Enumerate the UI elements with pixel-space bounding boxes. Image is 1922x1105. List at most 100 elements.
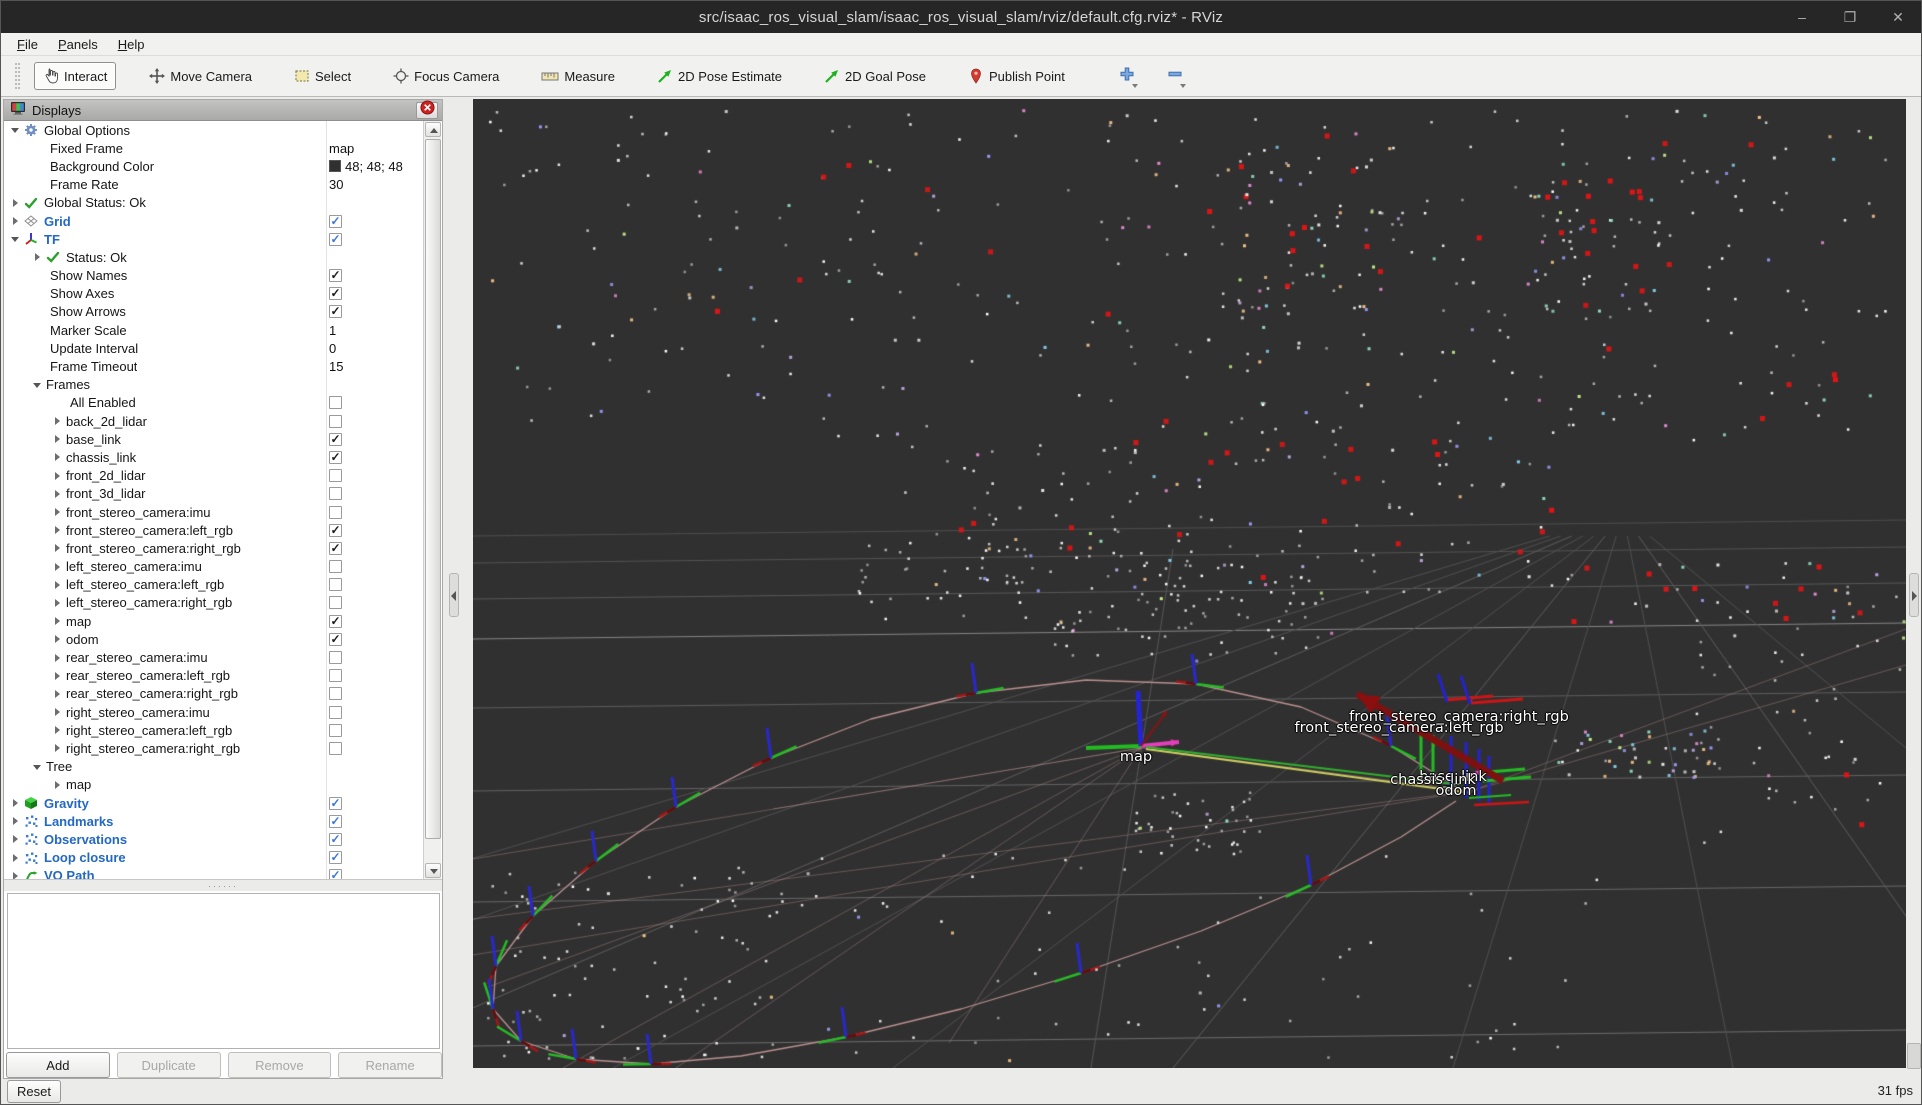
checkbox-loop-closure[interactable]: ✓ [329,851,342,865]
titlebar[interactable]: src/isaac_ros_visual_slam/isaac_ros_visu… [1,1,1921,33]
checkbox-all-enabled[interactable] [329,396,342,410]
tree-row-vo-path[interactable]: VO Path ✓ [4,867,423,879]
tree-row-update-interval[interactable]: Update Interval 0 [4,339,423,357]
tree-row-status-ok[interactable]: Status: Ok [4,248,423,266]
checkbox-chassis-link[interactable]: ✓ [329,450,342,464]
chevron-right-icon[interactable] [52,579,64,591]
tree-row-odom[interactable]: odom ✓ [4,630,423,648]
checkbox-right-stereo-camera-left-rgb[interactable] [329,723,342,737]
chevron-right-icon[interactable] [52,724,64,736]
tree-row-rear-stereo-camera-right-rgb[interactable]: rear_stereo_camera:right_rgb [4,685,423,703]
chevron-down-icon[interactable] [32,379,44,391]
chevron-right-icon[interactable] [52,633,64,645]
value-frame-timeout[interactable]: 15 [329,357,343,375]
tree-row-tf[interactable]: TF ✓ [4,230,423,248]
checkbox-front-3d-lidar[interactable] [329,487,342,501]
checkbox-gravity[interactable]: ✓ [329,796,342,810]
tool-measure[interactable]: Measure [532,63,624,90]
chevron-right-icon[interactable] [10,870,22,879]
tree-row-all-enabled[interactable]: All Enabled [4,394,423,412]
displays-panel-header[interactable]: Displays [4,100,442,121]
chevron-right-icon[interactable] [52,615,64,627]
checkbox-front-stereo-camera-right-rgb[interactable]: ✓ [329,541,342,555]
tree-row-map[interactable]: map [4,776,423,794]
tool-publish-point[interactable]: Publish Point [959,62,1074,90]
chevron-right-icon[interactable] [52,415,64,427]
add-button[interactable]: Add [6,1052,110,1078]
checkbox-landmarks[interactable]: ✓ [329,814,342,828]
tool-select[interactable]: Select [285,62,360,90]
tree-row-front-stereo-camera-right-rgb[interactable]: front_stereo_camera:right_rgb ✓ [4,539,423,557]
tree-row-fixed-frame[interactable]: Fixed Frame map [4,139,423,157]
tree-row-right-stereo-camera-right-rgb[interactable]: right_stereo_camera:right_rgb [4,739,423,757]
chevron-right-icon[interactable] [52,688,64,700]
tree-row-marker-scale[interactable]: Marker Scale 1 [4,321,423,339]
value-background-color[interactable]: 48; 48; 48 [329,157,403,175]
restore-icon[interactable]: ❐ [1841,9,1859,26]
panel-splitter[interactable]: ······ [4,879,442,891]
checkbox-back-2d-lidar[interactable] [329,414,342,428]
tree-row-left-stereo-camera-left-rgb[interactable]: left_stereo_camera:left_rgb [4,576,423,594]
3d-viewport[interactable] [473,99,1906,1068]
tool-move-camera[interactable]: Move Camera [140,62,261,90]
chevron-right-icon[interactable] [52,524,64,536]
chevron-right-icon[interactable] [10,215,22,227]
chevron-right-icon[interactable] [32,251,44,263]
tree-row-background-color[interactable]: Background Color 48; 48; 48 [4,157,423,175]
menu-file[interactable]: File [7,35,48,54]
checkbox-tf[interactable]: ✓ [329,232,342,246]
tool-plus-button[interactable] [1114,63,1140,89]
value-frame-rate[interactable]: 30 [329,176,343,194]
tree-row-grid[interactable]: Grid ✓ [4,212,423,230]
tree-row-front-stereo-camera-left-rgb[interactable]: front_stereo_camera:left_rgb ✓ [4,521,423,539]
tree-row-frame-timeout[interactable]: Frame Timeout 15 [4,357,423,375]
chevron-right-icon[interactable] [52,652,64,664]
tree-row-front-stereo-camera-imu[interactable]: front_stereo_camera:imu [4,503,423,521]
chevron-right-icon[interactable] [52,451,64,463]
collapse-left-panel-handle[interactable] [449,573,459,617]
checkbox-right-stereo-camera-imu[interactable] [329,705,342,719]
tree-row-loop-closure[interactable]: Loop closure ✓ [4,849,423,867]
chevron-right-icon[interactable] [52,779,64,791]
chevron-right-icon[interactable] [52,488,64,500]
chevron-right-icon[interactable] [10,197,22,209]
scrollbar-thumb[interactable] [425,139,441,839]
minimize-icon[interactable]: – [1793,9,1811,25]
checkbox-rear-stereo-camera-right-rgb[interactable] [329,687,342,701]
chevron-right-icon[interactable] [52,470,64,482]
chevron-right-icon[interactable] [10,797,22,809]
checkbox-left-stereo-camera-right-rgb[interactable] [329,596,342,610]
tree-row-global-status-ok[interactable]: Global Status: Ok [4,194,423,212]
tool-minus-button[interactable] [1162,63,1188,89]
tool-interact[interactable]: Interact [34,62,117,90]
chevron-down-icon[interactable] [10,124,22,136]
tree-row-show-axes[interactable]: Show Axes ✓ [4,285,423,303]
checkbox-vo-path[interactable]: ✓ [329,869,342,879]
value-update-interval[interactable]: 0 [329,339,336,357]
chevron-right-icon[interactable] [52,742,64,754]
checkbox-front-stereo-camera-imu[interactable] [329,505,342,519]
value-marker-scale[interactable]: 1 [329,321,336,339]
chevron-right-icon[interactable] [52,506,64,518]
checkbox-right-stereo-camera-right-rgb[interactable] [329,741,342,755]
chevron-right-icon[interactable] [52,561,64,573]
checkbox-rear-stereo-camera-imu[interactable] [329,651,342,665]
tree-row-observations[interactable]: Observations ✓ [4,830,423,848]
chevron-down-icon[interactable] [32,761,44,773]
checkbox-left-stereo-camera-left-rgb[interactable] [329,578,342,592]
collapse-right-panel-handle[interactable] [1909,573,1919,617]
tree-row-right-stereo-camera-left-rgb[interactable]: right_stereo_camera:left_rgb [4,721,423,739]
chevron-right-icon[interactable] [10,833,22,845]
tool-2d-pose-estimate[interactable]: 2D Pose Estimate [648,62,791,90]
tree-row-rear-stereo-camera-imu[interactable]: rear_stereo_camera:imu [4,648,423,666]
checkbox-map[interactable]: ✓ [329,614,342,628]
tree-row-frames[interactable]: Frames [4,376,423,394]
tree-row-rear-stereo-camera-left-rgb[interactable]: rear_stereo_camera:left_rgb [4,667,423,685]
close-window-icon[interactable]: ✕ [1889,9,1907,26]
chevron-right-icon[interactable] [52,706,64,718]
checkbox-left-stereo-camera-imu[interactable] [329,560,342,574]
tree-row-show-arrows[interactable]: Show Arrows ✓ [4,303,423,321]
tree-row-front-2d-lidar[interactable]: front_2d_lidar [4,467,423,485]
tool-2d-goal-pose[interactable]: 2D Goal Pose [815,62,935,90]
chevron-down-icon[interactable] [10,233,22,245]
